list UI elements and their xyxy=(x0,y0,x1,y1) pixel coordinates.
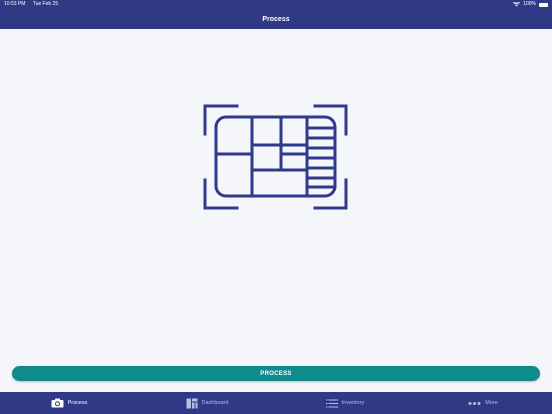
tab-label-process: Process xyxy=(67,400,88,406)
battery-icon xyxy=(539,2,548,7)
status-time: 10:53 PM xyxy=(4,1,26,7)
camera-icon xyxy=(51,398,64,408)
tab-label-inventory: Inventory xyxy=(341,400,365,406)
floor-plan-scan-icon xyxy=(203,104,348,210)
process-button[interactable]: PROCESS xyxy=(12,366,540,381)
tab-dashboard[interactable]: Dashboard xyxy=(138,392,276,414)
tab-bar: Process Dashboard Inventory More xyxy=(0,392,552,414)
status-date: Tue Feb 25 xyxy=(32,1,59,7)
page-title: Process xyxy=(262,15,290,23)
more-dots-icon xyxy=(468,401,481,405)
tab-inventory[interactable]: Inventory xyxy=(276,392,414,414)
tab-process[interactable]: Process xyxy=(0,392,138,414)
status-right: 100% xyxy=(513,0,548,9)
tab-label-more: More xyxy=(485,400,498,406)
tab-more[interactable]: More xyxy=(414,392,552,414)
list-icon xyxy=(325,399,338,407)
main-content xyxy=(0,29,552,392)
status-bar: 10:53 PM Tue Feb 25 100% xyxy=(0,0,552,9)
battery-percent: 100% xyxy=(523,1,536,7)
tab-label-dashboard: Dashboard xyxy=(201,400,229,406)
wifi-icon xyxy=(513,2,521,7)
status-left: 10:53 PM Tue Feb 25 xyxy=(4,0,64,9)
dashboard-icon xyxy=(186,398,198,408)
navigation-bar: Process xyxy=(0,9,552,29)
